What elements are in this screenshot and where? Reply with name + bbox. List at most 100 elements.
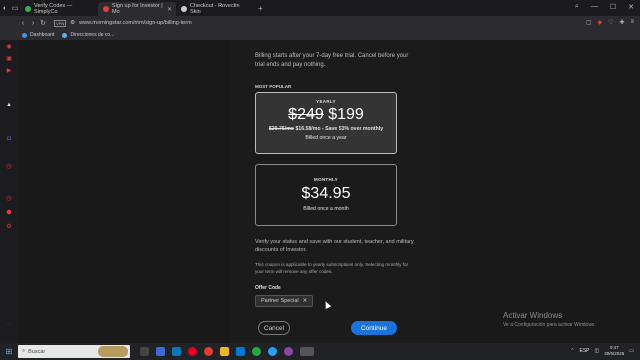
yearly-plan-option[interactable]: YEARLY $249 $199 $20.75/mo $16.58/mo - S…	[255, 92, 397, 154]
new-price: $199	[328, 106, 364, 123]
clock-icon[interactable]: ◷	[5, 196, 13, 202]
navigation-bar: ‹ › ↻ VPN ⚙ www.morningstar.com/mm/sign-…	[0, 16, 640, 30]
maximize-icon[interactable]: ☐	[610, 3, 616, 11]
forward-icon[interactable]: ›	[28, 20, 38, 27]
minimize-icon[interactable]: —	[591, 3, 598, 11]
vpn-badge[interactable]: VPN	[54, 19, 67, 27]
extensions-sidebar-icon[interactable]: ⬢	[5, 210, 13, 216]
twitch-icon[interactable]: ◘	[5, 136, 13, 142]
date: 30/6/2025	[604, 351, 625, 356]
task-view-icon[interactable]	[140, 347, 149, 356]
bookmarks-bar: Dashboard Direcciones de co...	[0, 30, 640, 40]
most-popular-label: MOST POPULAR	[255, 84, 292, 89]
plan-label: MONTHLY	[314, 177, 338, 182]
bookmark-dashboard[interactable]: Dashboard	[22, 32, 54, 38]
bookmark-directions[interactable]: Direcciones de co...	[62, 32, 114, 38]
continue-button[interactable]: Continue	[351, 321, 397, 335]
bookmark-icon	[22, 32, 27, 38]
bookmark-icon	[62, 32, 68, 38]
mail-icon[interactable]	[236, 347, 245, 356]
site-info-icon[interactable]: ⚙	[70, 20, 75, 26]
window-controls: ⌕ — ☐ ✕	[575, 3, 634, 11]
watermark-subtitle: Ve a Configuración para activar Windows.	[503, 322, 596, 328]
settings-icon[interactable]: ≡	[630, 19, 634, 26]
system-tray: ⌃ ESP ◫ 0:47 30/6/2025 ▭	[570, 345, 634, 357]
billing-term-modal: Billing starts after your 7-day free tri…	[230, 40, 440, 343]
intro-text: Billing starts after your 7-day free tri…	[255, 53, 409, 68]
offer-code-chip: Partner Special ✕	[255, 295, 314, 307]
offer-code-label: Offer Code	[255, 285, 281, 291]
gx-corner-icon[interactable]: ▣	[5, 56, 13, 62]
more-icon[interactable]: ⋯	[5, 322, 13, 328]
language-indicator[interactable]: ESP	[579, 348, 589, 354]
workspaces-icon[interactable]: ▭	[10, 4, 20, 12]
tab-label: Checkout - Rovectin Skin	[190, 3, 240, 15]
search-placeholder: Buscar	[28, 348, 46, 355]
new-tab-button[interactable]: +	[258, 4, 263, 13]
taskbar-search[interactable]: ⌕ Buscar	[18, 345, 130, 358]
cancel-button[interactable]: Cancel	[258, 321, 290, 335]
gx-control-icon[interactable]: ◉	[5, 44, 13, 50]
clock[interactable]: 0:47 30/6/2025	[604, 345, 624, 357]
plan-label: YEARLY	[316, 99, 336, 104]
monthly-plan-option[interactable]: MONTHLY $34.95 Billed once a month	[255, 164, 397, 226]
taskbar-app-icon[interactable]	[172, 347, 181, 356]
tab-favicon-icon	[181, 6, 187, 12]
history-icon[interactable]: ◷	[5, 164, 13, 170]
windows-start-icon[interactable]: ⊞	[0, 347, 18, 356]
tab-label: Verify Codes — SimplyCo	[34, 3, 73, 15]
player-icon[interactable]: ▶	[5, 68, 13, 74]
close-window-icon[interactable]: ✕	[628, 3, 634, 11]
heart-icon[interactable]: ♡	[608, 19, 613, 26]
tab-favicon-icon	[25, 6, 31, 12]
monthly-equivalent: $16.58/mo - Save 53% over monthly	[295, 126, 384, 132]
windows-activation-watermark: Activar Windows Ve a Configuración para …	[503, 311, 596, 328]
opera-browser-icon[interactable]	[268, 347, 277, 356]
verify-status-text: Verify your status and save with our stu…	[255, 239, 414, 253]
offer-code-value: Partner Special	[261, 298, 299, 304]
tab-bar: ◐ ▭ Verify Codes — SimplyCo Sign up for …	[0, 0, 640, 16]
browser-sidebar: ◉ ▣ ▶ ▲ ◘ ◷ ◷ ⬢ ⚙ ⋯	[0, 40, 18, 343]
page-content: Billing starts after your 7-day free tri…	[18, 40, 640, 343]
plan-detail: $20.75/mo $16.58/mo - Save 53% over mont…	[256, 126, 396, 132]
address-bar[interactable]: VPN ⚙ www.morningstar.com/mm/sign-up/bil…	[54, 18, 474, 28]
ai-icon[interactable]: ▲	[5, 102, 13, 108]
tab-favicon-icon	[103, 6, 109, 12]
toolbar-icons: ▢ ◆ ♡ ✚ ≡	[586, 19, 634, 26]
shield-icon[interactable]: ◆	[597, 19, 602, 26]
reload-icon[interactable]: ↻	[38, 19, 48, 27]
search-icon: ⌕	[22, 348, 26, 354]
snapshot-icon[interactable]: ▢	[586, 19, 592, 26]
taskbar-app-icon[interactable]	[156, 347, 165, 356]
opera-browser-icon[interactable]	[284, 347, 293, 356]
close-tab-icon[interactable]: ✕	[167, 6, 172, 13]
tab-checkout[interactable]: Checkout - Rovectin Skin	[176, 2, 254, 16]
old-monthly-price: $20.75/mo	[268, 126, 294, 132]
active-app-icon[interactable]	[300, 347, 314, 356]
tab-investor-signup[interactable]: Sign up for Investor | Mo ✕	[98, 2, 176, 16]
bookmark-label: Direcciones de co...	[70, 32, 115, 38]
remove-offer-icon[interactable]: ✕	[303, 298, 308, 304]
url-text[interactable]: www.morningstar.com/mm/sign-up/billing-t…	[79, 20, 191, 26]
coupon-note: This coupon is applicable to yearly subs…	[255, 262, 409, 274]
browser-menu-icon[interactable]: ◐	[0, 5, 10, 12]
search-tabs-icon[interactable]: ⌕	[575, 3, 579, 11]
settings-sidebar-icon[interactable]: ⚙	[5, 224, 13, 230]
tab-label: Sign up for Investor | Mo	[112, 3, 163, 15]
pinterest-icon[interactable]	[188, 347, 197, 356]
bookmark-label: Dashboard	[30, 32, 55, 38]
plan-price: $34.95	[301, 185, 351, 202]
file-explorer-icon[interactable]	[220, 347, 229, 356]
billing-frequency: Billed once a year	[305, 135, 347, 141]
old-price: $249	[288, 106, 324, 123]
network-icon[interactable]: ◫	[595, 348, 600, 354]
notifications-icon[interactable]: ▭	[629, 348, 634, 354]
back-icon[interactable]: ‹	[18, 20, 28, 27]
search-highlight-icon	[98, 346, 128, 357]
opera-gx-icon[interactable]	[204, 347, 213, 356]
tab-verify-codes[interactable]: Verify Codes — SimplyCo	[20, 2, 98, 16]
tray-expand-icon[interactable]: ⌃	[570, 348, 574, 354]
plan-price: $249 $199	[256, 106, 396, 124]
opera-browser-icon[interactable]	[252, 347, 261, 356]
extensions-icon[interactable]: ✚	[619, 19, 624, 26]
